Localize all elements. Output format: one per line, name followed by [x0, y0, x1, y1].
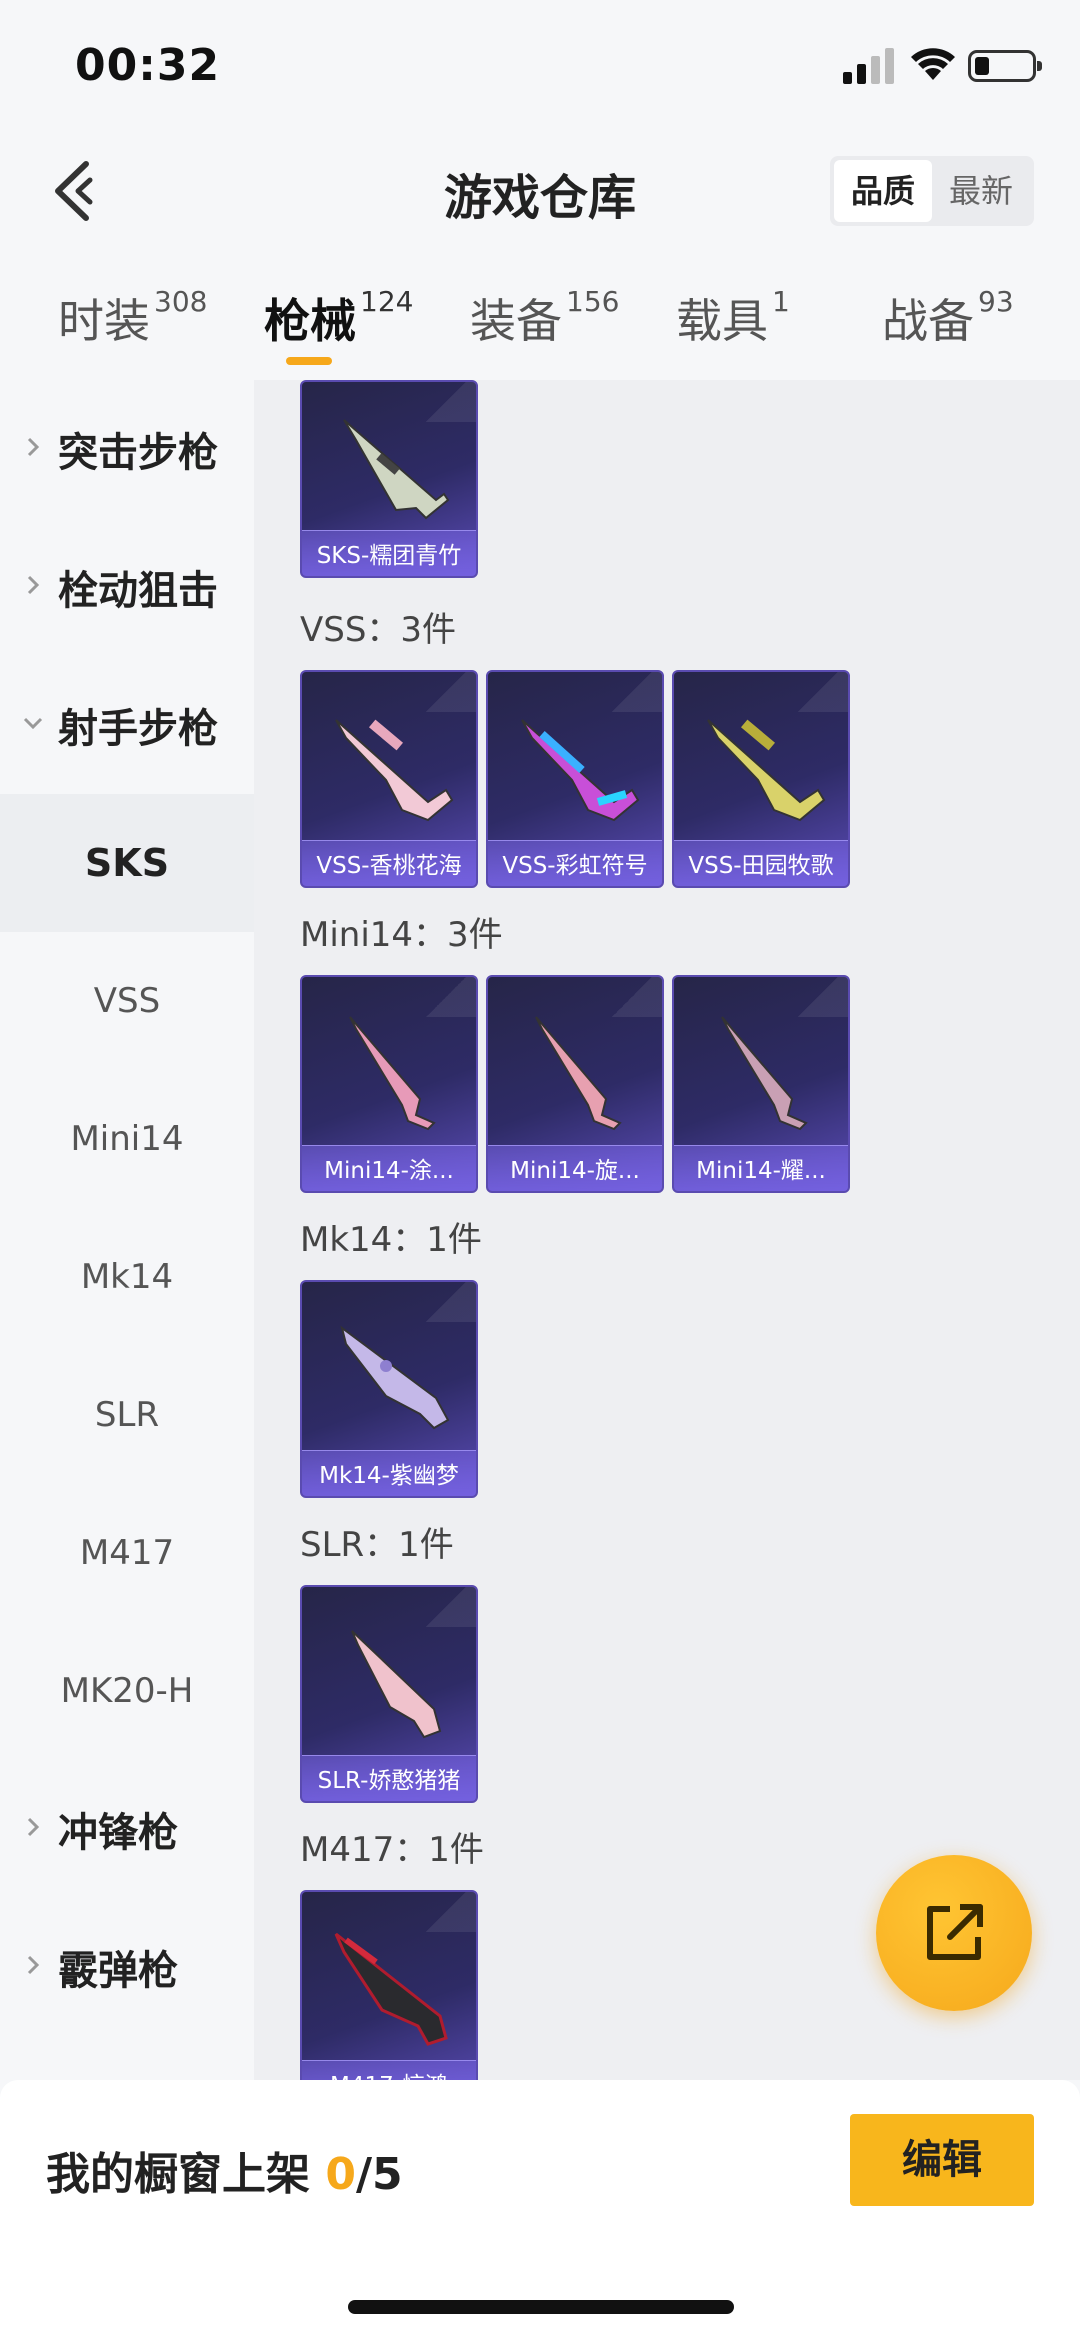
skin-card[interactable]: VSS-香桃花海	[300, 670, 478, 888]
active-tab-indicator	[286, 357, 332, 365]
group-label: SLR：1件	[300, 1525, 454, 1565]
chevron-right-icon	[27, 437, 40, 457]
sidebar-subitem-sks[interactable]: SKS	[0, 794, 254, 932]
skin-card[interactable]: Mini14-涂...	[300, 975, 478, 1193]
slr-skin-icon	[351, 1630, 442, 1739]
skin-name: M417-惊鸿	[302, 2066, 476, 2080]
sort-toggle[interactable]: 品质 最新	[830, 156, 1034, 226]
vss-pink-skin-icon	[335, 719, 454, 822]
skin-name: VSS-田园牧歌	[688, 853, 834, 879]
weapon-category-sidebar: 突击步枪 栓动狙击 射手步枪 SKS VSS Mini14 Mk14 SLR M…	[0, 380, 254, 2080]
tab-count: 156	[566, 285, 620, 318]
showcase-count: 0	[325, 2149, 356, 2200]
skin-name: Mini14-涂...	[324, 1158, 454, 1184]
weapon-skin-grid: SKS-糯团青竹 VSS：3件 VSS-香桃花海 VSS-彩虹符号 VSS-田园…	[254, 380, 1080, 2080]
share-button[interactable]	[876, 1855, 1032, 2011]
edit-button[interactable]: 编辑	[850, 2114, 1034, 2206]
skin-name: SKS-糯团青竹	[316, 543, 462, 569]
skin-card[interactable]: SKS-糯团青竹	[300, 380, 478, 578]
sidebar-subitem-mk20h[interactable]: MK20-H	[0, 1622, 254, 1760]
sks-skin-icon	[343, 419, 450, 520]
skin-name: VSS-彩虹符号	[502, 853, 648, 879]
sidebar-subitem-m417[interactable]: M417	[0, 1484, 254, 1622]
skin-card[interactable]: M417-惊鸿	[300, 1890, 478, 2080]
sidebar-item-shotgun[interactable]: 霰弹枪	[0, 1898, 254, 2036]
sidebar-subitem-slr[interactable]: SLR	[0, 1346, 254, 1484]
sidebar-item-smg[interactable]: 冲锋枪	[0, 1760, 254, 1898]
chevron-right-icon	[27, 1955, 40, 1975]
tab-firearms[interactable]: 枪械 124	[264, 285, 413, 351]
sidebar-item-assault-rifle[interactable]: 突击步枪	[0, 380, 254, 518]
tab-supplies[interactable]: 战备 93	[882, 285, 1014, 351]
skin-card[interactable]: VSS-田园牧歌	[672, 670, 850, 888]
battery-icon	[968, 50, 1042, 82]
tab-count: 93	[978, 285, 1014, 318]
vss-rainbow-skin-icon	[521, 719, 640, 822]
mini14-skin-icon	[535, 1016, 622, 1131]
sidebar-item-bolt-sniper[interactable]: 栓动狙击	[0, 518, 254, 656]
mini14-skin-icon	[349, 1016, 436, 1131]
group-label: Mini14：3件	[300, 915, 503, 955]
status-time: 00:32	[75, 40, 221, 91]
tab-count: 124	[360, 285, 414, 318]
sidebar-subitem-mk14[interactable]: Mk14	[0, 1208, 254, 1346]
home-indicator[interactable]	[348, 2300, 734, 2314]
m417-skin-icon	[334, 1932, 448, 2046]
skin-card[interactable]: Mk14-紫幽梦	[300, 1280, 478, 1498]
wifi-icon	[911, 48, 955, 80]
chevron-right-icon	[27, 575, 40, 595]
cellular-signal-icon	[843, 48, 894, 84]
vss-gold-skin-icon	[707, 719, 826, 822]
chevron-down-icon	[23, 717, 43, 730]
tab-equipment[interactable]: 装备 156	[470, 285, 619, 351]
skin-name: Mk14-紫幽梦	[319, 1463, 459, 1489]
status-bar: 00:32	[0, 0, 1080, 130]
group-label: M417：1件	[300, 1830, 484, 1870]
sidebar-item-marksman-rifle[interactable]: 射手步枪	[0, 656, 254, 794]
chevron-right-icon	[27, 1817, 40, 1837]
group-label: VSS：3件	[300, 610, 457, 650]
tab-count: 308	[154, 285, 208, 318]
skin-card[interactable]: SLR-娇憨猪猪	[300, 1585, 478, 1803]
category-tabs: 时装 308 枪械 124 装备 156 载具 1 战备 93	[0, 285, 1080, 375]
skin-card[interactable]: Mini14-耀...	[672, 975, 850, 1193]
sort-newest-option[interactable]: 最新	[932, 160, 1030, 222]
skin-card[interactable]: Mini14-旋...	[486, 975, 664, 1193]
group-label: Mk14：1件	[300, 1220, 482, 1260]
sidebar-subitem-mini14[interactable]: Mini14	[0, 1070, 254, 1208]
mini14-skin-icon	[721, 1016, 808, 1131]
sort-quality-option[interactable]: 品质	[834, 160, 932, 222]
sidebar-subitem-vss[interactable]: VSS	[0, 932, 254, 1070]
tab-count: 1	[772, 285, 790, 318]
skin-card[interactable]: VSS-彩虹符号	[486, 670, 664, 888]
skin-name: SLR-娇憨猪猪	[317, 1768, 461, 1794]
share-external-icon	[927, 1904, 983, 1960]
skin-name: Mini14-耀...	[696, 1158, 826, 1184]
skin-name: Mini14-旋...	[510, 1158, 640, 1184]
tab-vehicles[interactable]: 载具 1	[676, 285, 790, 351]
skin-name: VSS-香桃花海	[316, 853, 462, 879]
mk14-skin-icon	[340, 1325, 450, 1430]
showcase-status: 我的橱窗上架 0/5	[46, 2149, 403, 2200]
tab-fashion[interactable]: 时装 308	[58, 285, 207, 351]
